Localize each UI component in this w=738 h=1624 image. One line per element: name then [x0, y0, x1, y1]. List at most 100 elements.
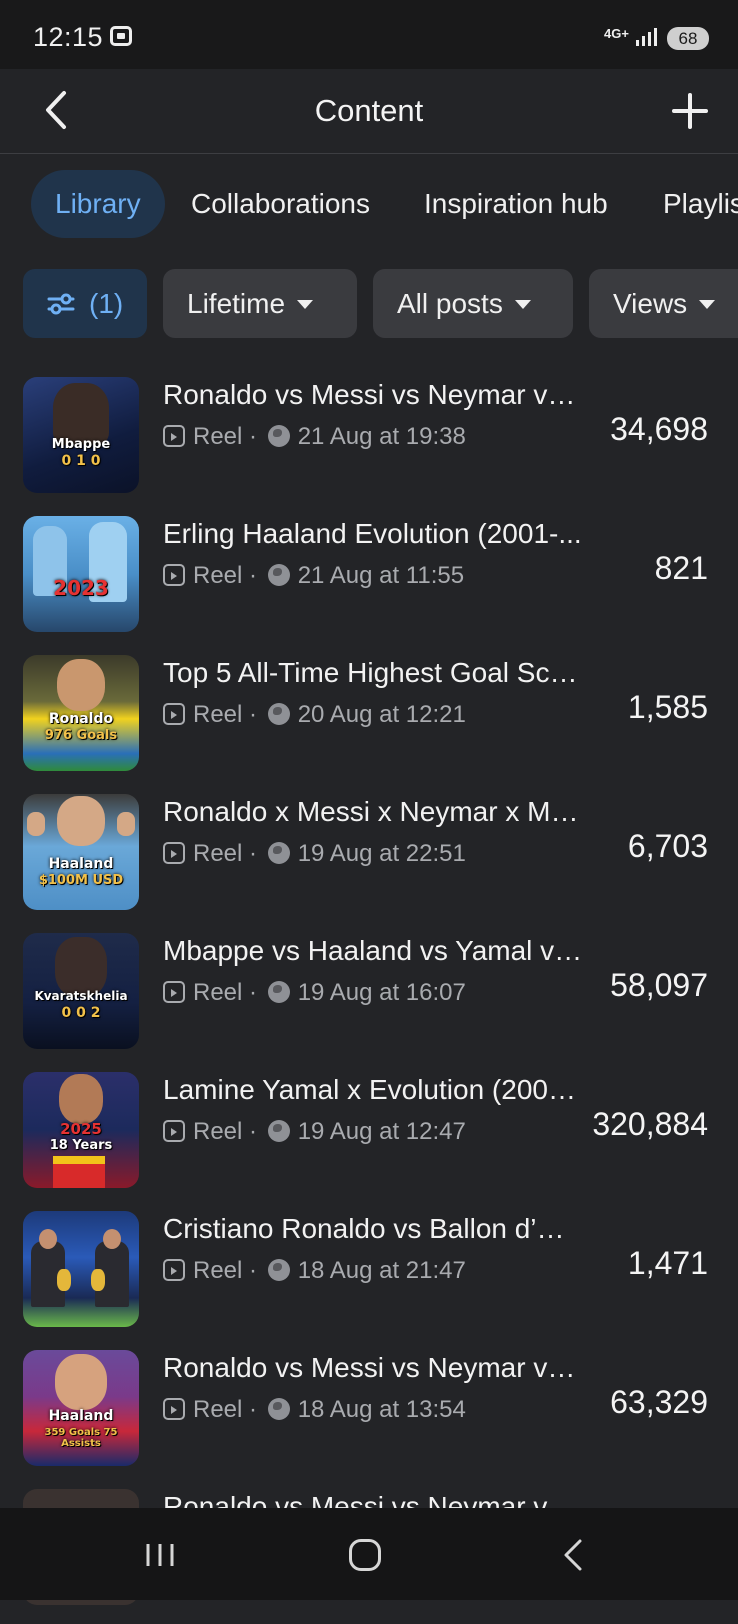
post-type: Reel	[193, 423, 243, 450]
post-title: Ronaldo vs Messi vs Neymar vs...	[163, 379, 583, 410]
status-bar: 12:15 4G+ 68	[0, 0, 738, 69]
post-date: 18 Aug at 21:47	[297, 1257, 466, 1284]
page-title: Content	[314, 93, 424, 128]
globe-icon	[267, 841, 290, 864]
post-title: Erling Haaland Evolution (2001-...	[163, 518, 582, 549]
post-date: 21 Aug at 11:55	[297, 562, 465, 589]
post-views: 63,329	[610, 1384, 708, 1420]
tab-inspiration-hub[interactable]: Inspiration hub	[424, 170, 608, 238]
globe-icon	[267, 1119, 290, 1142]
post-title: Ronaldo x Messi x Neymar x Mb...	[163, 796, 583, 827]
tab-library[interactable]: Library	[31, 170, 165, 238]
chevron-down-icon	[297, 299, 314, 309]
post-thumbnail	[23, 1211, 139, 1327]
period-value: Lifetime	[187, 288, 286, 319]
recent-apps-icon[interactable]	[144, 1542, 176, 1568]
post-type: Reel	[193, 1396, 243, 1423]
filter-count: (1)	[89, 288, 124, 319]
battery-icon: 68	[667, 27, 709, 50]
thumbnail-subcaption: 18 Years	[49, 1138, 113, 1153]
thumbnail-caption: Ronaldo	[48, 711, 114, 727]
post-thumbnail: Mbappe 0 1 0	[23, 377, 139, 493]
post-meta: Reel · 19 Aug at 16:07	[163, 979, 466, 1007]
thumbnail-caption: 2025	[60, 1120, 102, 1138]
post-type: Reel	[193, 1118, 243, 1145]
post-date: 21 Aug at 19:38	[297, 423, 466, 450]
list-item[interactable]: Cristiano Ronaldo vs Ballon d’Or... Reel…	[0, 1207, 738, 1346]
thumbnail-caption: Mbappe	[51, 437, 111, 452]
post-type: Reel	[193, 1257, 243, 1284]
post-meta: Reel · 18 Aug at 13:54	[163, 1396, 466, 1424]
sliders-icon	[47, 293, 75, 315]
post-thumbnail: Kvaratskhelia 0 0 2	[23, 933, 139, 1049]
post-thumbnail: Haaland $100M USD	[23, 794, 139, 910]
system-nav-bar	[0, 1508, 738, 1600]
content-tabs: Library Collaborations Inspiration hub P…	[0, 153, 738, 253]
globe-icon	[267, 1258, 290, 1281]
tab-collaborations[interactable]: Collaborations	[191, 170, 370, 238]
filter-settings-button[interactable]: (1)	[23, 269, 147, 338]
post-meta: Reel · 19 Aug at 12:47	[163, 1118, 466, 1146]
post-thumbnail: 2025 18 Years	[23, 1072, 139, 1188]
thumbnail-caption: Kvaratskhelia	[34, 989, 128, 1003]
thumbnail-subcaption: $100M USD	[38, 873, 124, 888]
post-type: Reel	[193, 979, 243, 1006]
post-title: Mbappe vs Haaland vs Yamal vs...	[163, 935, 583, 966]
reel-icon	[163, 563, 185, 586]
reel-icon	[163, 1258, 185, 1281]
signal-icon	[636, 28, 657, 46]
post-meta: Reel · 19 Aug at 22:51	[163, 840, 466, 868]
thumbnail-caption: Haaland	[48, 856, 114, 872]
post-title: Ronaldo vs Messi vs Neymar vs...	[163, 1352, 583, 1383]
post-type: Reel	[193, 562, 243, 589]
list-item[interactable]: Mbappe 0 1 0 Ronaldo vs Messi vs Neymar …	[0, 373, 738, 512]
tab-playlists[interactable]: Playlis	[663, 170, 738, 238]
post-type-value: All posts	[397, 288, 503, 319]
post-views: 58,097	[610, 967, 708, 1003]
metric-value: Views	[613, 288, 688, 319]
globe-icon	[267, 424, 290, 447]
list-item[interactable]: Haaland 359 Goals 75 Assists Ronaldo vs …	[0, 1346, 738, 1485]
home-icon[interactable]	[349, 1539, 381, 1571]
list-item[interactable]: Ronaldo 976 Goals Top 5 All-Time Highest…	[0, 651, 738, 790]
post-date: 18 Aug at 13:54	[297, 1396, 466, 1423]
post-meta: Reel · 21 Aug at 11:55	[163, 562, 464, 590]
globe-icon	[267, 702, 290, 725]
thumbnail-subcaption: 0 1 0	[61, 453, 101, 469]
reel-icon	[163, 841, 185, 864]
reel-icon	[163, 1119, 185, 1142]
list-item[interactable]: 2023 Erling Haaland Evolution (2001-... …	[0, 512, 738, 651]
post-views: 821	[654, 550, 708, 586]
screenshot-icon	[110, 26, 132, 46]
reel-icon	[163, 702, 185, 725]
list-item[interactable]: 2025 18 Years Lamine Yamal x Evolution (…	[0, 1068, 738, 1207]
post-thumbnail: Ronaldo 976 Goals	[23, 655, 139, 771]
system-back-icon[interactable]	[560, 1538, 586, 1572]
post-type-dropdown[interactable]: All posts	[373, 269, 573, 338]
post-views: 6,703	[627, 828, 708, 864]
network-type: 4G+	[604, 26, 629, 41]
period-dropdown[interactable]: Lifetime	[163, 269, 357, 338]
metric-dropdown[interactable]: Views	[589, 269, 738, 338]
post-title: Top 5 All-Time Highest Goal Sco...	[163, 657, 583, 688]
reel-icon	[163, 980, 185, 1003]
thumbnail-caption: Haaland	[48, 1408, 114, 1424]
list-item[interactable]: Kvaratskhelia 0 0 2 Mbappe vs Haaland vs…	[0, 929, 738, 1068]
filter-bar: (1) Lifetime All posts Views	[0, 269, 738, 339]
thumbnail-subcaption: 359 Goals 75 Assists	[44, 1427, 118, 1449]
post-type: Reel	[193, 840, 243, 867]
post-views: 320,884	[592, 1106, 708, 1142]
thumbnail-subcaption: 976 Goals	[44, 728, 118, 743]
globe-icon	[267, 980, 290, 1003]
post-date: 19 Aug at 16:07	[297, 979, 466, 1006]
globe-icon	[267, 1397, 290, 1420]
reel-icon	[163, 1397, 185, 1420]
list-item[interactable]: Haaland $100M USD Ronaldo x Messi x Neym…	[0, 790, 738, 929]
post-meta: Reel · 18 Aug at 21:47	[163, 1257, 466, 1285]
post-title: Cristiano Ronaldo vs Ballon d’Or...	[163, 1213, 583, 1244]
post-title: Lamine Yamal x Evolution (2007...	[163, 1074, 583, 1105]
post-thumbnail: 2023	[23, 516, 139, 632]
add-button[interactable]	[668, 89, 712, 133]
thumbnail-subcaption: 0 0 2	[61, 1005, 101, 1021]
post-meta: Reel · 20 Aug at 12:21	[163, 701, 466, 729]
